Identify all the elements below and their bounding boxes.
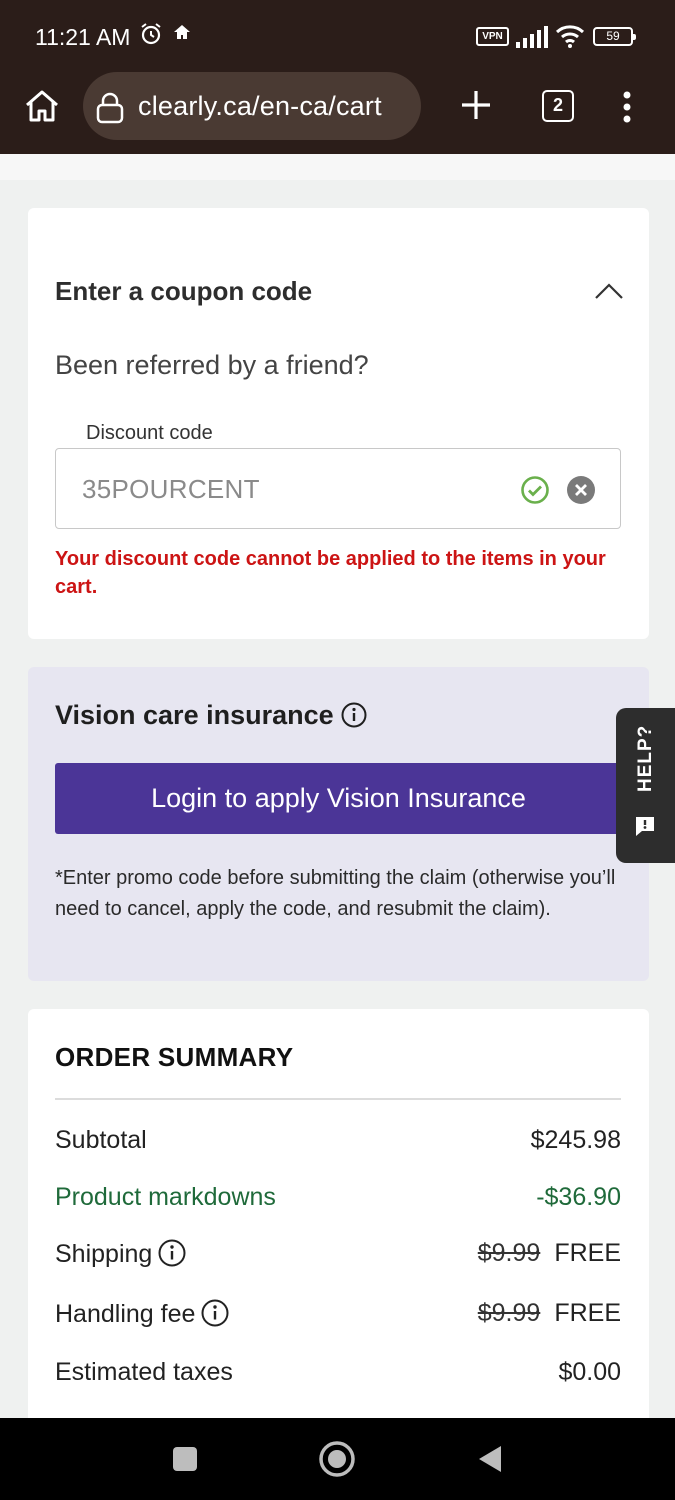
- signal-icon: [516, 26, 548, 53]
- check-circle-icon: [520, 475, 550, 510]
- original-price: $9.99: [477, 1239, 541, 1267]
- info-icon[interactable]: [201, 1299, 229, 1334]
- summary-label: Estimated taxes: [55, 1358, 233, 1386]
- summary-label-wrap: Handling fee: [55, 1299, 229, 1334]
- help-label: HELP?: [635, 724, 656, 792]
- summary-value: FREE: [554, 1239, 621, 1267]
- browser-chrome: 11:21 AM VPN 59 clearly.ca/en-ca/cart 2: [0, 0, 675, 154]
- url-bar[interactable]: clearly.ca/en-ca/cart: [83, 72, 421, 140]
- lock-icon: [95, 92, 125, 129]
- summary-label: Handling fee: [55, 1300, 196, 1328]
- recents-icon[interactable]: [172, 1446, 198, 1477]
- vpn-icon: VPN: [476, 27, 509, 46]
- order-summary-title: ORDER SUMMARY: [55, 1042, 294, 1072]
- tab-count-button[interactable]: 2: [542, 90, 574, 122]
- chevron-up-icon[interactable]: [594, 282, 624, 305]
- alarm-icon: [139, 22, 163, 51]
- wifi-icon: [555, 24, 585, 53]
- help-tab[interactable]: HELP?: [616, 708, 675, 863]
- more-menu-icon[interactable]: [620, 90, 634, 129]
- original-price: $9.99: [477, 1299, 541, 1327]
- summary-row-subtotal: Subtotal $245.98: [55, 1126, 621, 1166]
- summary-label: Product markdowns: [55, 1183, 276, 1211]
- home-icon[interactable]: [22, 86, 62, 131]
- coupon-title[interactable]: Enter a coupon code: [55, 276, 312, 307]
- summary-value-wrap: $9.99 FREE: [478, 1299, 621, 1328]
- info-icon[interactable]: [158, 1239, 186, 1274]
- summary-value: $245.98: [530, 1126, 621, 1154]
- summary-value: -$36.90: [536, 1183, 621, 1211]
- order-summary-card: ORDER SUMMARY Subtotal $245.98 Product m…: [28, 1009, 649, 1429]
- summary-label: Shipping: [55, 1240, 153, 1268]
- page-top-strip: [0, 154, 675, 180]
- discount-code-field[interactable]: [55, 448, 621, 529]
- summary-value: FREE: [554, 1299, 621, 1327]
- summary-label-wrap: Shipping: [55, 1239, 186, 1274]
- vision-insurance-card: Vision care insurance Login to apply Vis…: [28, 667, 649, 981]
- insurance-note: *Enter promo code before submitting the …: [55, 867, 616, 920]
- summary-row-taxes: Estimated taxes $0.00: [55, 1358, 621, 1398]
- coupon-card: Enter a coupon code Been referred by a f…: [28, 208, 649, 639]
- discount-code-input[interactable]: [82, 471, 482, 507]
- new-tab-icon[interactable]: [459, 88, 493, 127]
- status-bar: 11:21 AM VPN 59: [0, 0, 675, 72]
- home-nav-icon[interactable]: [318, 1440, 356, 1483]
- info-icon[interactable]: [341, 702, 367, 733]
- discount-code-label: Discount code: [86, 422, 213, 444]
- status-time: 11:21 AM: [35, 24, 131, 50]
- login-insurance-button[interactable]: Login to apply Vision Insurance: [55, 763, 622, 834]
- url-text: clearly.ca/en-ca/cart: [138, 91, 382, 121]
- summary-divider: [55, 1098, 621, 1100]
- summary-row-handling: Handling fee $9.99 FREE: [55, 1299, 621, 1339]
- summary-row-markdowns: Product markdowns -$36.90: [55, 1183, 621, 1223]
- summary-row-shipping: Shipping $9.99 FREE: [55, 1239, 621, 1279]
- discount-error-message: Your discount code cannot be applied to …: [55, 548, 606, 598]
- back-icon[interactable]: [477, 1444, 503, 1479]
- summary-label: Subtotal: [55, 1126, 147, 1154]
- system-nav-bar: [0, 1418, 675, 1500]
- clear-input-icon[interactable]: [566, 475, 596, 510]
- insurance-title: Vision care insurance: [55, 700, 334, 730]
- battery-icon: 59: [593, 27, 636, 46]
- referral-text: Been referred by a friend?: [55, 350, 369, 380]
- chat-bubble-icon: [633, 814, 657, 843]
- summary-value: $0.00: [558, 1358, 621, 1386]
- summary-value-wrap: $9.99 FREE: [478, 1239, 621, 1268]
- home-status-icon: [172, 22, 192, 47]
